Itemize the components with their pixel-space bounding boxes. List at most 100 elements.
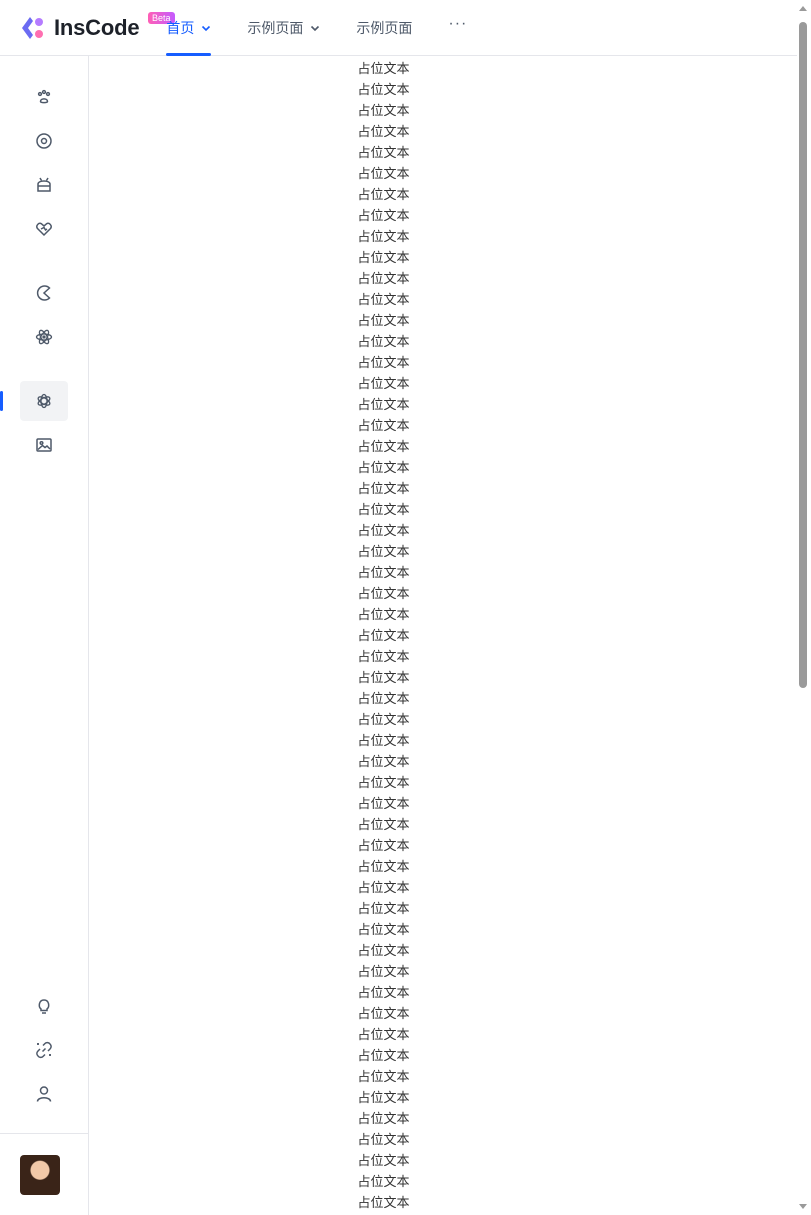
top-nav: 首页 示例页面 示例页面 ···: [166, 0, 503, 56]
target-icon: [36, 133, 52, 149]
list-item: 占位文本: [357, 712, 410, 727]
list-item: 占位文本: [357, 481, 410, 496]
list-item: 占位文本: [357, 943, 410, 958]
sidebar-item-target[interactable]: [20, 121, 68, 161]
list-item: 占位文本: [357, 1027, 410, 1042]
chevron-down-icon: [311, 25, 320, 31]
list-item: 占位文本: [357, 1048, 410, 1063]
list-item: 占位文本: [357, 922, 410, 937]
scroll-down-icon[interactable]: [799, 1204, 807, 1209]
list-item: 占位文本: [357, 523, 410, 538]
app-window: InsCode Beta 首页 示例页面 示例页面 ··· 占位文本 占位文本 …: [0, 0, 811, 1215]
list-item: 占位文本: [357, 439, 410, 454]
sidebar-item-android[interactable]: [20, 165, 68, 205]
list-item: 占位文本: [357, 901, 410, 916]
list-item: 占位文本: [357, 103, 410, 118]
list-item: 占位文本: [357, 796, 410, 811]
active-indicator: [0, 391, 3, 411]
list-item: 占位文本: [357, 460, 410, 475]
openai-icon: [37, 393, 51, 409]
user-icon: [36, 1086, 52, 1102]
list-item: 占位文本: [357, 754, 410, 769]
list-item: 占位文本: [357, 208, 410, 223]
nav-item-example-2[interactable]: 示例页面: [356, 0, 412, 55]
scroll-up-icon[interactable]: [799, 6, 807, 11]
scrollbar[interactable]: [797, 0, 811, 1215]
sidebar-item-pacman[interactable]: [20, 273, 68, 313]
sidebar-item-atom[interactable]: [20, 317, 68, 357]
link-icon: [36, 1041, 52, 1059]
sidebar: [0, 56, 89, 1215]
brand-name: InsCode: [54, 14, 140, 40]
list-item: 占位文本: [357, 880, 410, 895]
list-item: 占位文本: [357, 964, 410, 979]
list-item: 占位文本: [357, 376, 410, 391]
nav-item-label: 示例页面: [356, 19, 413, 36]
list-item: 占位文本: [357, 166, 410, 181]
list-item: 占位文本: [357, 124, 410, 139]
main-content: 占位文本 占位文本 占位文本 占位文本 占位文本 占位文本 占位文本 占位文本 占位文本 占位文本…: [89, 56, 797, 1215]
sidebar-item-links[interactable]: [20, 1030, 68, 1070]
list-item: 占位文本: [357, 985, 410, 1000]
list-item: 占位文本: [357, 187, 410, 202]
list-item: 占位文本: [357, 334, 410, 349]
image-icon: [36, 438, 52, 452]
lightbulb-icon: [38, 999, 50, 1014]
list-item: 占位文本: [357, 628, 410, 643]
list-item: 占位文本: [357, 271, 410, 286]
list-item: 占位文本: [357, 544, 410, 559]
sidebar-item-image[interactable]: [20, 425, 68, 465]
list-item: 占位文本: [357, 292, 410, 307]
avatar[interactable]: [20, 1155, 60, 1195]
list-item: 占位文本: [357, 649, 410, 664]
list-item: 占位文本: [357, 1069, 410, 1084]
sidebar-item-paw[interactable]: [20, 77, 68, 117]
placeholder-list: 占位文本 占位文本 占位文本 占位文本 占位文本 占位文本 占位文本 占位文本 占位文本 占位文本…: [89, 58, 678, 1213]
list-item: 占位文本: [357, 502, 410, 517]
nav-item-example-1[interactable]: 示例页面: [247, 0, 320, 55]
sidebar-item-ideas[interactable]: [20, 986, 68, 1026]
more-menu-button[interactable]: ···: [448, 0, 467, 55]
list-item: 占位文本: [357, 355, 410, 370]
list-item: 占位文本: [357, 1195, 410, 1210]
list-item: 占位文本: [357, 565, 410, 580]
list-item: 占位文本: [357, 1174, 410, 1189]
list-item: 占位文本: [357, 418, 410, 433]
chevron-down-icon: [202, 25, 211, 31]
sidebar-divider: [0, 1133, 88, 1134]
list-item: 占位文本: [357, 607, 410, 622]
scroll-thumb[interactable]: [799, 22, 807, 688]
nav-item-label: 示例页面: [247, 19, 304, 36]
list-item: 占位文本: [357, 1132, 410, 1147]
sidebar-item-heart[interactable]: [20, 209, 68, 249]
list-item: 占位文本: [357, 397, 410, 412]
list-item: 占位文本: [357, 859, 410, 874]
sidebar-item-openai[interactable]: [20, 381, 68, 421]
list-item: 占位文本: [357, 775, 410, 790]
list-item: 占位文本: [357, 1111, 410, 1126]
atom-icon: [35, 329, 53, 345]
nav-item-label: 首页: [166, 19, 195, 36]
android-icon: [37, 177, 51, 192]
sidebar-item-profile[interactable]: [20, 1074, 68, 1114]
list-item: 占位文本: [357, 1006, 410, 1021]
list-item: 占位文本: [357, 670, 410, 685]
list-item: 占位文本: [357, 817, 410, 832]
list-item: 占位文本: [357, 838, 410, 853]
list-item: 占位文本: [357, 733, 410, 748]
nav-item-home[interactable]: 首页: [166, 0, 212, 56]
paw-icon: [37, 89, 51, 104]
list-item: 占位文本: [357, 250, 410, 265]
list-item: 占位文本: [357, 82, 410, 97]
top-header: InsCode Beta 首页 示例页面 示例页面 ···: [0, 0, 797, 56]
list-item: 占位文本: [357, 1090, 410, 1105]
list-item: 占位文本: [357, 313, 410, 328]
more-icon: ···: [448, 14, 468, 32]
list-item: 占位文本: [357, 61, 410, 76]
heart-icon: [36, 222, 52, 237]
list-item: 占位文本: [357, 586, 410, 601]
brand-logo[interactable]: InsCode Beta: [20, 0, 175, 55]
list-item: 占位文本: [357, 1153, 410, 1168]
list-item: 占位文本: [357, 229, 410, 244]
list-item: 占位文本: [357, 691, 410, 706]
